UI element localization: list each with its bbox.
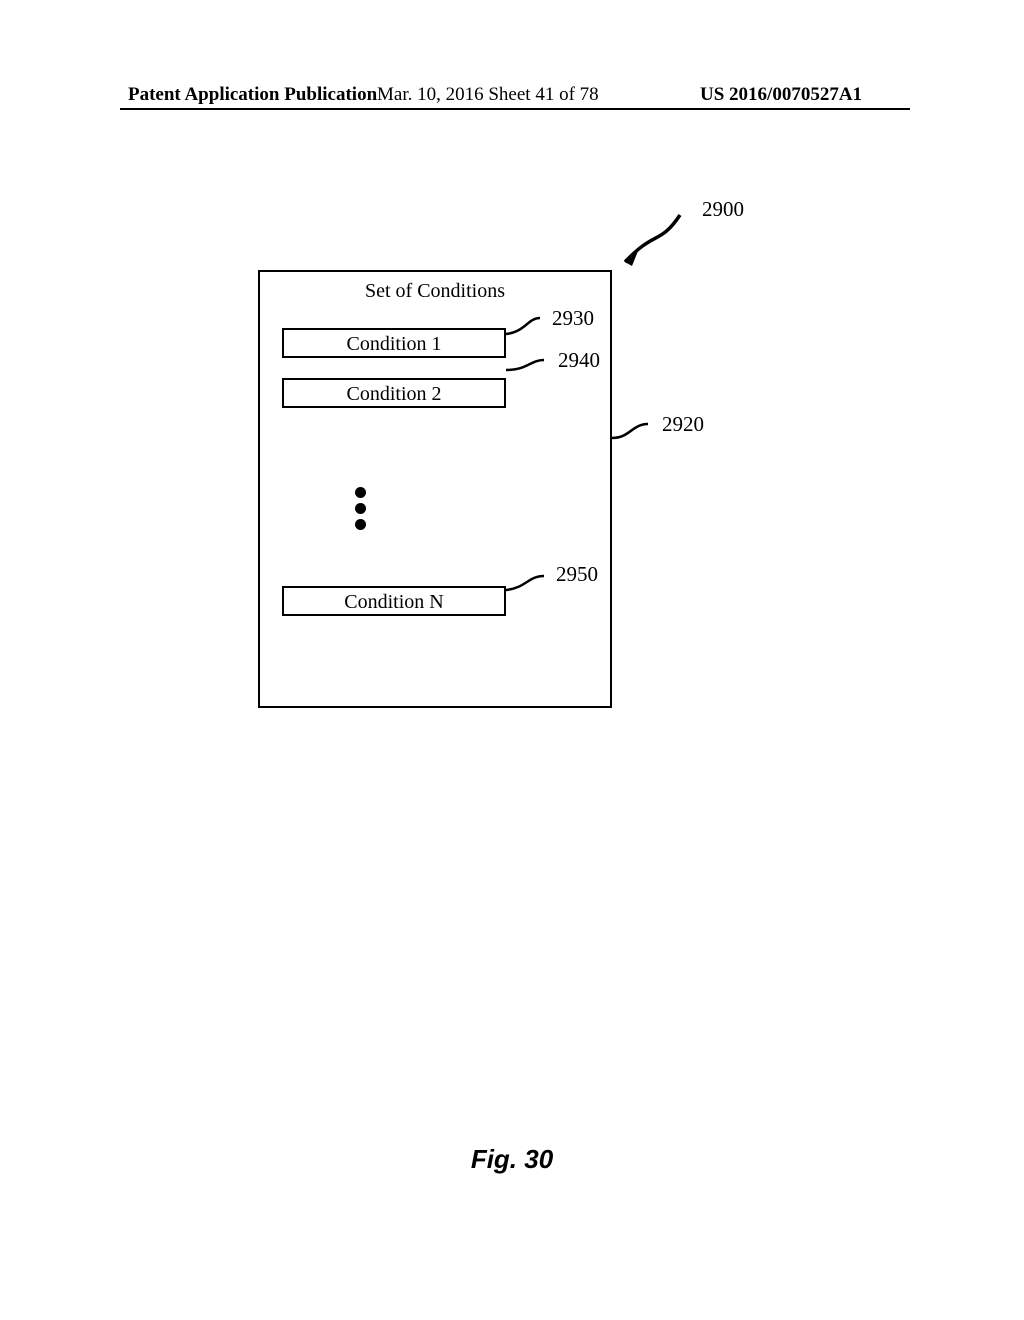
ref-2940: 2940 — [558, 348, 600, 373]
ellipsis-dot — [355, 487, 366, 498]
patent-page: Patent Application Publication Mar. 10, … — [0, 0, 1024, 1320]
ref-2900: 2900 — [702, 197, 744, 222]
diagram-canvas: Set of Conditions Condition 1 Condition … — [0, 0, 1024, 1320]
condition-1-box: Condition 1 — [282, 328, 506, 358]
ellipsis-dot — [355, 519, 366, 530]
set-of-conditions-title: Set of Conditions — [258, 280, 612, 303]
ref-2930: 2930 — [552, 306, 594, 331]
ellipsis-dot — [355, 503, 366, 514]
ref-2950: 2950 — [556, 562, 598, 587]
figure-caption: Fig. 30 — [0, 1144, 1024, 1175]
condition-2-box: Condition 2 — [282, 378, 506, 408]
condition-n-box: Condition N — [282, 586, 506, 616]
ref-2920: 2920 — [662, 412, 704, 437]
